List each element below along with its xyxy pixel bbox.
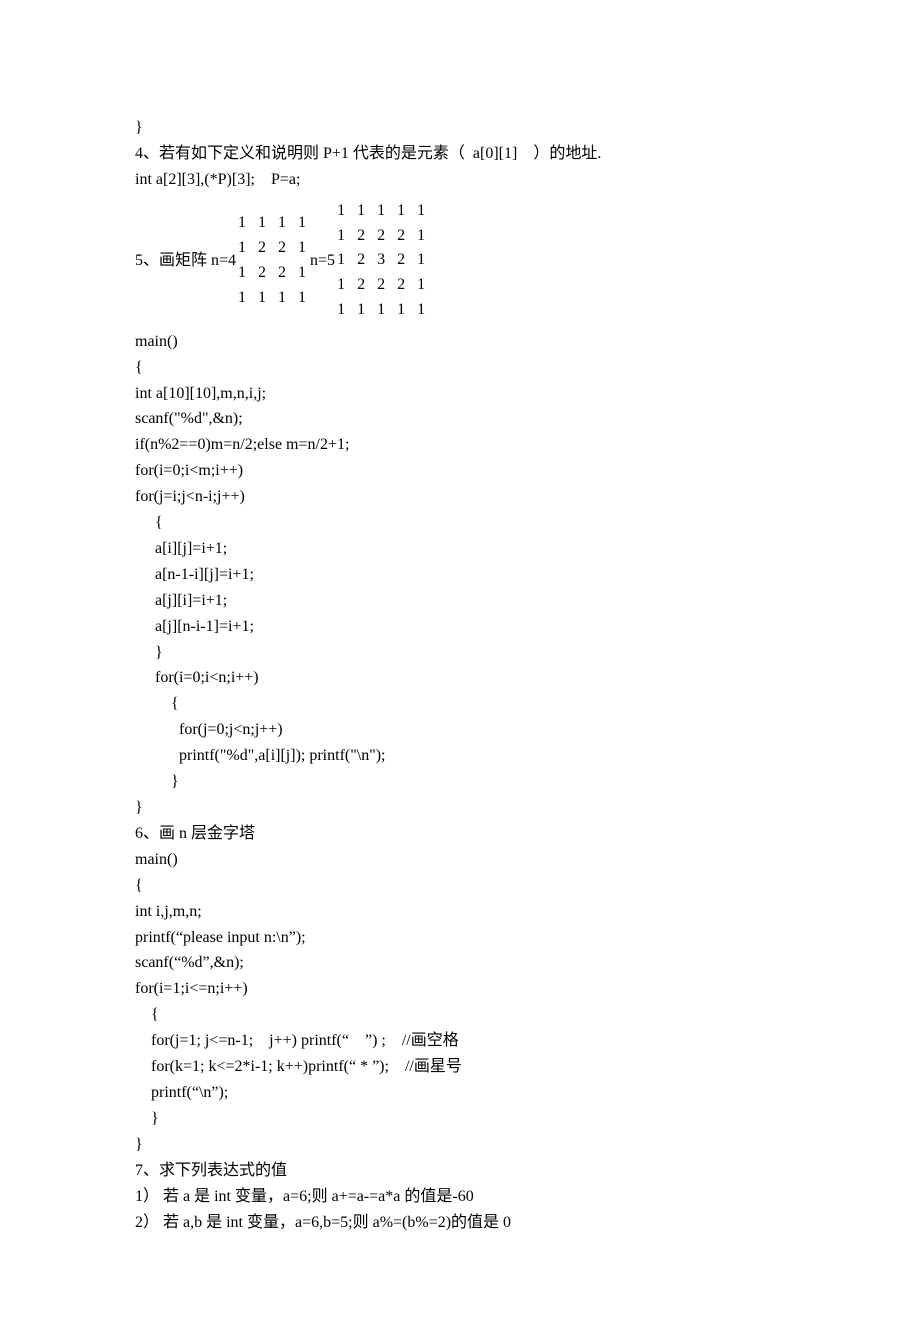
matrix-row: 1 1 1 1 (238, 211, 306, 236)
code-line: int i,j,m,n; (135, 899, 785, 925)
code-line: scanf(“%d”,&n); (135, 950, 785, 976)
q5-matrix-row: 5、画矩阵 n=4 1 1 1 1 1 2 2 1 1 2 2 1 1 1 1 … (135, 199, 785, 323)
code-line: { (135, 873, 785, 899)
code-line: for(j=1; j<=n-1; j++) printf(“ ”) ; //画空… (135, 1028, 785, 1054)
code-line: main() (135, 329, 785, 355)
code-line: } (135, 640, 785, 666)
code-line: { (135, 355, 785, 381)
matrix-row: 1 2 2 1 (238, 236, 306, 261)
matrix-n4: 1 1 1 1 1 2 2 1 1 2 2 1 1 1 1 1 (238, 211, 306, 310)
code-line: { (135, 691, 785, 717)
code-line: } (135, 115, 785, 141)
code-line: a[n-1-i][j]=i+1; (135, 562, 785, 588)
code-line: printf(“\n”); (135, 1080, 785, 1106)
matrix-row: 1 2 2 2 1 (337, 224, 425, 249)
code-line: for(j=i;j<n-i;j++) (135, 484, 785, 510)
code-line: a[j][n-i-1]=i+1; (135, 614, 785, 640)
q6-title: 6、画 n 层金字塔 (135, 821, 785, 847)
q7-item-2: 2） 若 a,b 是 int 变量，a=6,b=5;则 a%=(b%=2)的值是… (135, 1210, 785, 1236)
code-line: printf("%d",a[i][j]); printf("\n"); (135, 743, 785, 769)
matrix-row: 1 2 2 2 1 (337, 273, 425, 298)
q5-mid-label: n=5 (310, 248, 335, 274)
matrix-row: 1 1 1 1 1 (337, 199, 425, 224)
q7-title: 7、求下列表达式的值 (135, 1158, 785, 1184)
code-line: if(n%2==0)m=n/2;else m=n/2+1; (135, 432, 785, 458)
document-page: } 4、若有如下定义和说明则 P+1 代表的是元素（ a[0][1] ）的地址.… (0, 0, 920, 1335)
code-line: } (135, 795, 785, 821)
q5-label: 5、画矩阵 n=4 (135, 248, 236, 274)
code-line: a[i][j]=i+1; (135, 536, 785, 562)
matrix-row: 1 2 2 1 (238, 261, 306, 286)
q7-item-1: 1） 若 a 是 int 变量，a=6;则 a+=a-=a*a 的值是-60 (135, 1184, 785, 1210)
matrix-row: 1 1 1 1 (238, 286, 306, 311)
code-line: { (135, 1002, 785, 1028)
code-line: for(i=1;i<=n;i++) (135, 976, 785, 1002)
matrix-n5: 1 1 1 1 1 1 2 2 2 1 1 2 3 2 1 1 2 2 2 1 … (337, 199, 425, 323)
code-line: scanf("%d",&n); (135, 406, 785, 432)
code-line: int a[10][10],m,n,i,j; (135, 381, 785, 407)
matrix-row: 1 1 1 1 1 (337, 298, 425, 323)
code-line: for(i=0;i<n;i++) (135, 665, 785, 691)
code-line: for(k=1; k<=2*i-1; k++)printf(“ * ”); //… (135, 1054, 785, 1080)
code-line: main() (135, 847, 785, 873)
q4-line1: 4、若有如下定义和说明则 P+1 代表的是元素（ a[0][1] ）的地址. (135, 141, 785, 167)
matrix-row: 1 2 3 2 1 (337, 248, 425, 273)
code-line: } (135, 769, 785, 795)
code-line: { (135, 510, 785, 536)
q4-line2: int a[2][3],(*P)[3]; P=a; (135, 167, 785, 193)
code-line: a[j][i]=i+1; (135, 588, 785, 614)
code-line: for(j=0;j<n;j++) (135, 717, 785, 743)
code-line: } (135, 1106, 785, 1132)
code-line: for(i=0;i<m;i++) (135, 458, 785, 484)
code-line: printf(“please input n:\n”); (135, 925, 785, 951)
code-line: } (135, 1132, 785, 1158)
